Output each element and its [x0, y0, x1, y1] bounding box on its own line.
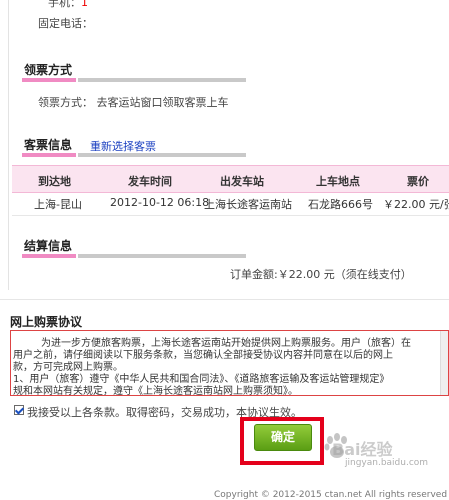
settlement-title-underline	[22, 254, 76, 258]
pickup-title-bar	[78, 78, 246, 82]
ticket-title-bar	[78, 153, 246, 157]
column-header: 票价	[407, 175, 429, 188]
footer-copyright: Copyright © 2012-2015 ctan.net All right…	[214, 490, 448, 500]
phone-label: 固定电话：	[38, 17, 93, 30]
column-header: 出发车站	[220, 175, 264, 188]
reselect-ticket-link[interactable]: 重新选择客票	[90, 138, 156, 154]
watermark-domain: jingyan.baidu.com	[345, 458, 429, 468]
mobile-row: 手机：1	[48, 0, 88, 10]
cell-boarding-place: 石龙路666号	[308, 198, 373, 211]
pickup-title-underline	[22, 78, 76, 82]
column-header: 发车时间	[128, 175, 172, 188]
agree-checkbox[interactable]	[14, 405, 24, 415]
form-panel-border	[8, 0, 449, 290]
cell-departure-time: 2012-10-12 06:18	[110, 196, 210, 209]
protocol-title: 网上购票协议	[10, 315, 83, 329]
watermark-text: Bai	[332, 440, 361, 459]
settlement-title-bar	[78, 254, 246, 258]
cell-price: ￥22.00 元/张	[383, 198, 449, 211]
protocol-textarea[interactable]: 为进一步方便旅客购票，上海长途客运南站开始提供网上购票服务。用户（旅客）在 用户…	[10, 330, 449, 396]
ticket-title-underline	[22, 153, 76, 157]
settlement-section-title: 结算信息	[24, 239, 73, 253]
cell-departure-station: 上海长途客运南站	[204, 198, 292, 211]
mobile-value: 1	[81, 0, 88, 9]
protocol-scrollbar[interactable]	[440, 331, 448, 395]
pickup-row: 领票方式： 去客运站窗口领取客票上车	[38, 94, 229, 110]
table-row-divider	[12, 215, 449, 216]
protocol-line: 规和本网站有关规定，遵守《上海长途客运南站网上购票须知》。	[13, 386, 298, 396]
pickup-value: 去客运站窗口领取客票上车	[96, 96, 229, 109]
ticket-section-title: 客票信息	[24, 138, 73, 152]
column-header: 上车地点	[316, 175, 360, 188]
ticket-table-header: 到达地 发车时间 出发车站 上车地点 票价	[12, 165, 449, 193]
watermark-text-2: 经验	[360, 440, 393, 459]
pickup-label: 领票方式：	[38, 96, 93, 109]
section-divider	[0, 299, 449, 300]
mobile-label: 手机：	[48, 0, 81, 9]
order-amount: 订单金额:￥22.00 元（须在线支付）	[230, 268, 412, 281]
cell-destination: 上海-昆山	[34, 198, 82, 211]
column-header: 到达地	[38, 175, 71, 188]
pickup-section-title: 领票方式	[24, 63, 73, 77]
confirm-button[interactable]: 确定	[254, 424, 312, 451]
watermark-brand: Bai经验	[332, 436, 393, 460]
